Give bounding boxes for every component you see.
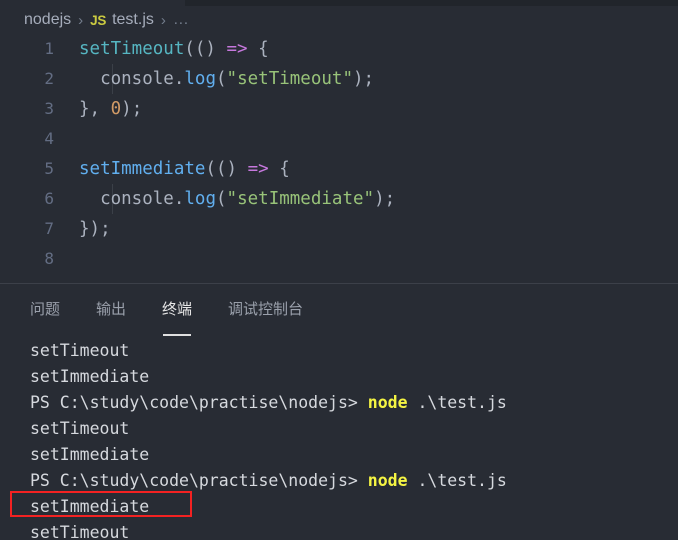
chevron-right-icon: ›: [78, 11, 84, 29]
code-token: (: [216, 69, 227, 89]
terminal-output-line: setImmediate: [30, 494, 678, 520]
code-token: .: [173, 69, 185, 89]
code-token: "setTimeout": [226, 69, 353, 89]
code-token: (: [216, 189, 227, 209]
code-line[interactable]: 5 setImmediate(() => {: [0, 154, 678, 184]
terminal-output-line: setImmediate: [30, 364, 678, 390]
code-token: },: [79, 99, 111, 119]
terminal-output-line: setTimeout: [30, 416, 678, 442]
terminal-text: setImmediate: [30, 497, 150, 516]
code-token: log: [184, 69, 216, 89]
terminal-prompt-path: PS C:\study\code\practise\nodejs>: [30, 471, 368, 490]
breadcrumb-folder[interactable]: nodejs: [24, 11, 71, 29]
bottom-panel: 问题 输出 终端 调试控制台 setTimeout setImmediate PS C:\…: [0, 284, 678, 540]
code-text: }, 0);: [79, 94, 142, 124]
line-number: 3: [44, 99, 54, 118]
terminal-command-arg: .\test.js: [407, 393, 507, 412]
code-line[interactable]: 8: [0, 244, 678, 274]
code-token: =>: [247, 159, 269, 179]
code-text: console.log("setTimeout");: [79, 64, 374, 94]
code-token: );: [374, 189, 396, 209]
line-number: 8: [44, 249, 54, 268]
terminal-text: setImmediate: [30, 445, 150, 464]
code-token: ((): [205, 159, 238, 179]
code-token: );: [352, 69, 375, 89]
code-text: setImmediate(() => {: [79, 154, 290, 184]
terminal-command-keyword: node: [367, 471, 408, 490]
breadcrumb: nodejs › JS test.js › …: [0, 6, 678, 34]
terminal-text: setTimeout: [30, 523, 130, 540]
vscode-window: nodejs › JS test.js › … 1 setTimeout(() =…: [0, 0, 678, 540]
terminal-prompt-line: PS C:\study\code\practise\nodejs> node .…: [30, 390, 678, 416]
terminal-output-line: setTimeout: [30, 338, 678, 364]
panel-tab-3[interactable]: 调试控制台: [228, 298, 303, 321]
panel-tab-bar: 问题 输出 终端 调试控制台: [0, 284, 678, 336]
line-number: 1: [44, 39, 54, 58]
line-number: 6: [44, 189, 54, 208]
terminal-prompt-line: PS C:\study\code\practise\nodejs> node .…: [30, 468, 678, 494]
line-number: 5: [44, 159, 54, 178]
code-line[interactable]: 2 console.log("setTimeout");: [0, 64, 678, 94]
terminal-prompt-path: PS C:\study\code\practise\nodejs>: [30, 393, 368, 412]
terminal-output-line: setImmediate: [30, 442, 678, 468]
code-token: });: [79, 219, 111, 239]
code-text: console.log("setImmediate");: [79, 184, 395, 214]
code-token: {: [247, 39, 269, 59]
code-token: .: [173, 189, 185, 209]
code-line[interactable]: 1 setTimeout(() => {: [0, 34, 678, 64]
terminal-text: setImmediate: [30, 367, 150, 386]
terminal-command-arg: .\test.js: [407, 471, 507, 490]
panel-tab-1[interactable]: 输出: [96, 298, 126, 321]
line-number: 4: [44, 129, 54, 148]
line-number: 7: [44, 219, 54, 238]
code-token: console: [100, 69, 174, 89]
terminal-text: setTimeout: [30, 419, 130, 438]
terminal-command-keyword: node: [367, 393, 408, 412]
code-token: log: [184, 189, 216, 209]
panel-tab-0[interactable]: 问题: [30, 298, 60, 321]
code-lines: 1 setTimeout(() => {2 console.log("setTim…: [0, 34, 678, 274]
breadcrumb-overflow[interactable]: …: [173, 11, 189, 29]
line-number: 2: [44, 69, 54, 88]
code-token: {: [268, 159, 290, 179]
code-text: setTimeout(() => {: [79, 34, 269, 64]
javascript-file-icon: JS: [90, 12, 107, 28]
code-token: "setImmediate": [226, 189, 375, 209]
breadcrumb-file[interactable]: test.js: [112, 11, 154, 29]
code-text: });: [79, 214, 111, 244]
code-token: setImmediate: [79, 159, 206, 179]
chevron-right-icon-2: ›: [160, 11, 166, 29]
code-line[interactable]: 4: [0, 124, 678, 154]
code-token: 0: [110, 99, 122, 119]
code-line[interactable]: 6 console.log("setImmediate");: [0, 184, 678, 214]
code-line[interactable]: 7});: [0, 214, 678, 244]
code-token: console: [100, 189, 174, 209]
terminal-output[interactable]: setTimeout setImmediate PS C:\study\code\p…: [0, 334, 678, 540]
terminal-output-line: setTimeout: [30, 520, 678, 540]
panel-tab-2[interactable]: 终端: [162, 298, 192, 336]
code-token: );: [121, 99, 143, 119]
code-line[interactable]: 3}, 0);: [0, 94, 678, 124]
terminal-text: setTimeout: [30, 341, 130, 360]
code-token: ((): [184, 39, 216, 59]
code-editor[interactable]: 1 setTimeout(() => {2 console.log("setTim…: [0, 34, 678, 283]
code-token: =>: [226, 39, 248, 59]
code-token: setTimeout: [79, 39, 185, 59]
